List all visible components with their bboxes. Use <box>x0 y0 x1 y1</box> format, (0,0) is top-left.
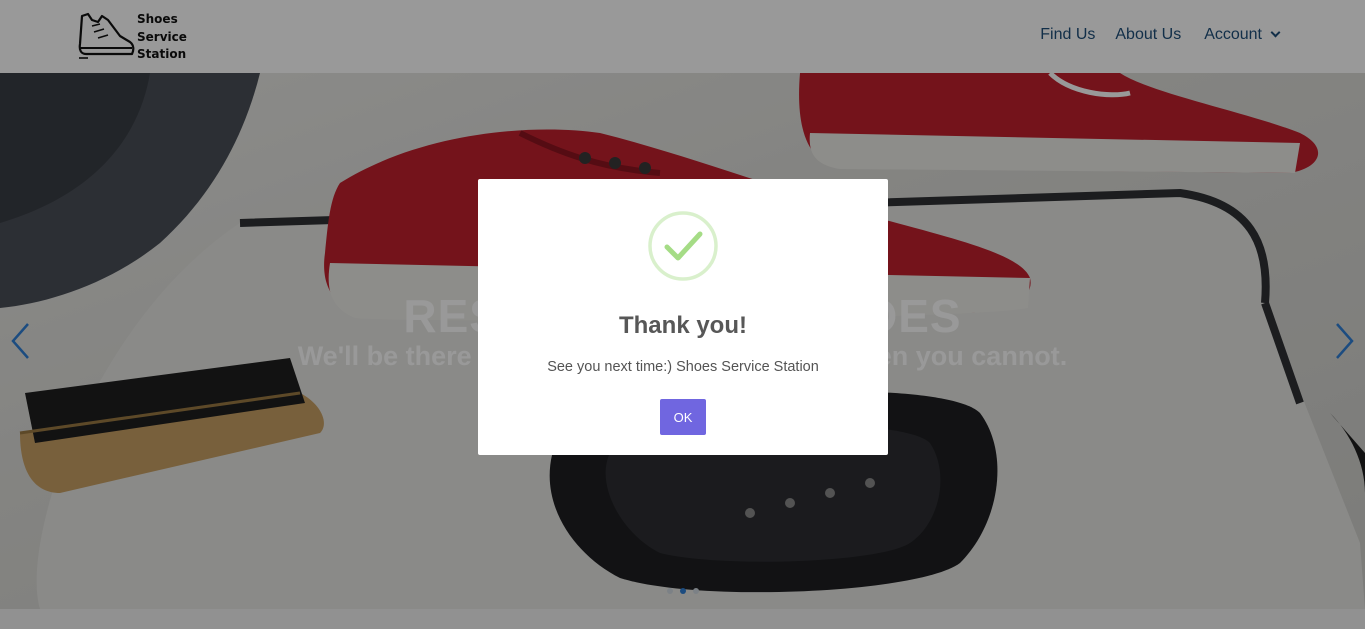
check-circle-icon <box>648 211 718 281</box>
dialog-title: Thank you! <box>618 312 747 339</box>
dialog-message: See you next time:) Shoes Service Statio… <box>547 359 819 375</box>
success-dialog: Thank you! See you next time:) Shoes Ser… <box>478 179 888 455</box>
ok-button[interactable]: OK <box>660 399 706 435</box>
